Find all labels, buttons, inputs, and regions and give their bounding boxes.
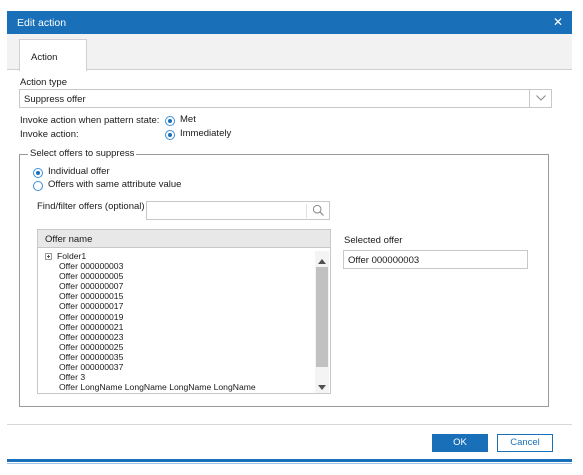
invoke-action-label: Invoke action: [20,129,79,140]
tab-action-label: Action [31,52,58,63]
list-item[interactable]: Offer 000000021 [38,322,312,332]
scroll-up-icon[interactable] [318,256,326,267]
offer-list[interactable]: Offer name Folder1 Offer 000000003 Offer… [37,229,331,394]
immediately-radio[interactable] [165,130,175,140]
dialog-title: Edit action [17,17,67,29]
individual-offer-label: Individual offer [48,166,110,177]
list-item[interactable]: Offer 000000017 [38,301,312,311]
tab-action[interactable]: Action [19,39,87,71]
list-item[interactable]: Offer 000000025 [38,342,312,352]
offer-list-rows: Folder1 Offer 000000003 Offer 000000005 … [38,251,312,392]
close-icon[interactable]: ✕ [553,16,563,28]
edit-action-dialog: Edit action ✕ Action Action type Suppres… [0,0,583,475]
offer-list-scrollbar[interactable] [315,251,329,393]
select-offers-legend: Select offers to suppress [28,148,137,159]
met-radio[interactable] [165,116,175,126]
list-item[interactable]: Offer 000000015 [38,291,312,301]
same-attribute-radio[interactable] [33,181,43,191]
folder-row[interactable]: Folder1 [38,251,312,261]
list-item[interactable]: Offer 000000003 [38,261,312,271]
offer-name-column-header: Offer name [45,234,93,245]
find-offers-input[interactable] [146,201,330,220]
list-item[interactable]: Offer 000000037 [38,362,312,372]
immediately-radio-label: Immediately [180,128,232,139]
action-type-select[interactable]: Suppress offer [19,89,552,108]
chevron-down-icon[interactable] [529,90,551,107]
folder-label: Folder1 [57,251,87,261]
list-item[interactable]: Offer 000000007 [38,281,312,291]
list-item[interactable]: Offer 000000005 [38,271,312,281]
scroll-thumb[interactable] [316,267,328,367]
bottom-accent-line [7,463,572,464]
scroll-down-icon[interactable] [318,382,326,393]
search-icon[interactable] [312,204,325,220]
list-item[interactable]: Offer 000000035 [38,352,312,362]
cancel-button[interactable]: Cancel [497,434,553,452]
footer-divider [7,424,572,425]
selected-offer-value: Offer 000000003 [348,255,420,266]
find-offers-label: Find/filter offers (optional) [37,201,145,212]
list-item[interactable]: Offer 3 [38,372,312,382]
offer-list-header[interactable]: Offer name [38,230,330,248]
ok-button[interactable]: OK [432,434,488,452]
invoke-state-label: Invoke action when pattern state: [20,115,160,126]
bottom-accent-bar [7,459,572,462]
list-item[interactable]: Offer 000000023 [38,332,312,342]
individual-offer-radio[interactable] [33,168,43,178]
met-radio-label: Met [180,114,196,125]
list-item[interactable]: Offer LongName LongName LongName LongNam… [38,382,312,392]
selected-offer-field[interactable]: Offer 000000003 [343,250,528,269]
tab-strip: Action [7,34,572,71]
same-attribute-label: Offers with same attribute value [48,179,182,190]
action-type-label: Action type [20,77,67,88]
action-type-value: Suppress offer [24,94,86,105]
selected-offer-label: Selected offer [344,235,403,246]
find-divider [306,204,307,218]
dialog-titlebar: Edit action ✕ [7,11,572,34]
expand-icon[interactable] [45,253,52,260]
list-item[interactable]: Offer 000000019 [38,312,312,322]
